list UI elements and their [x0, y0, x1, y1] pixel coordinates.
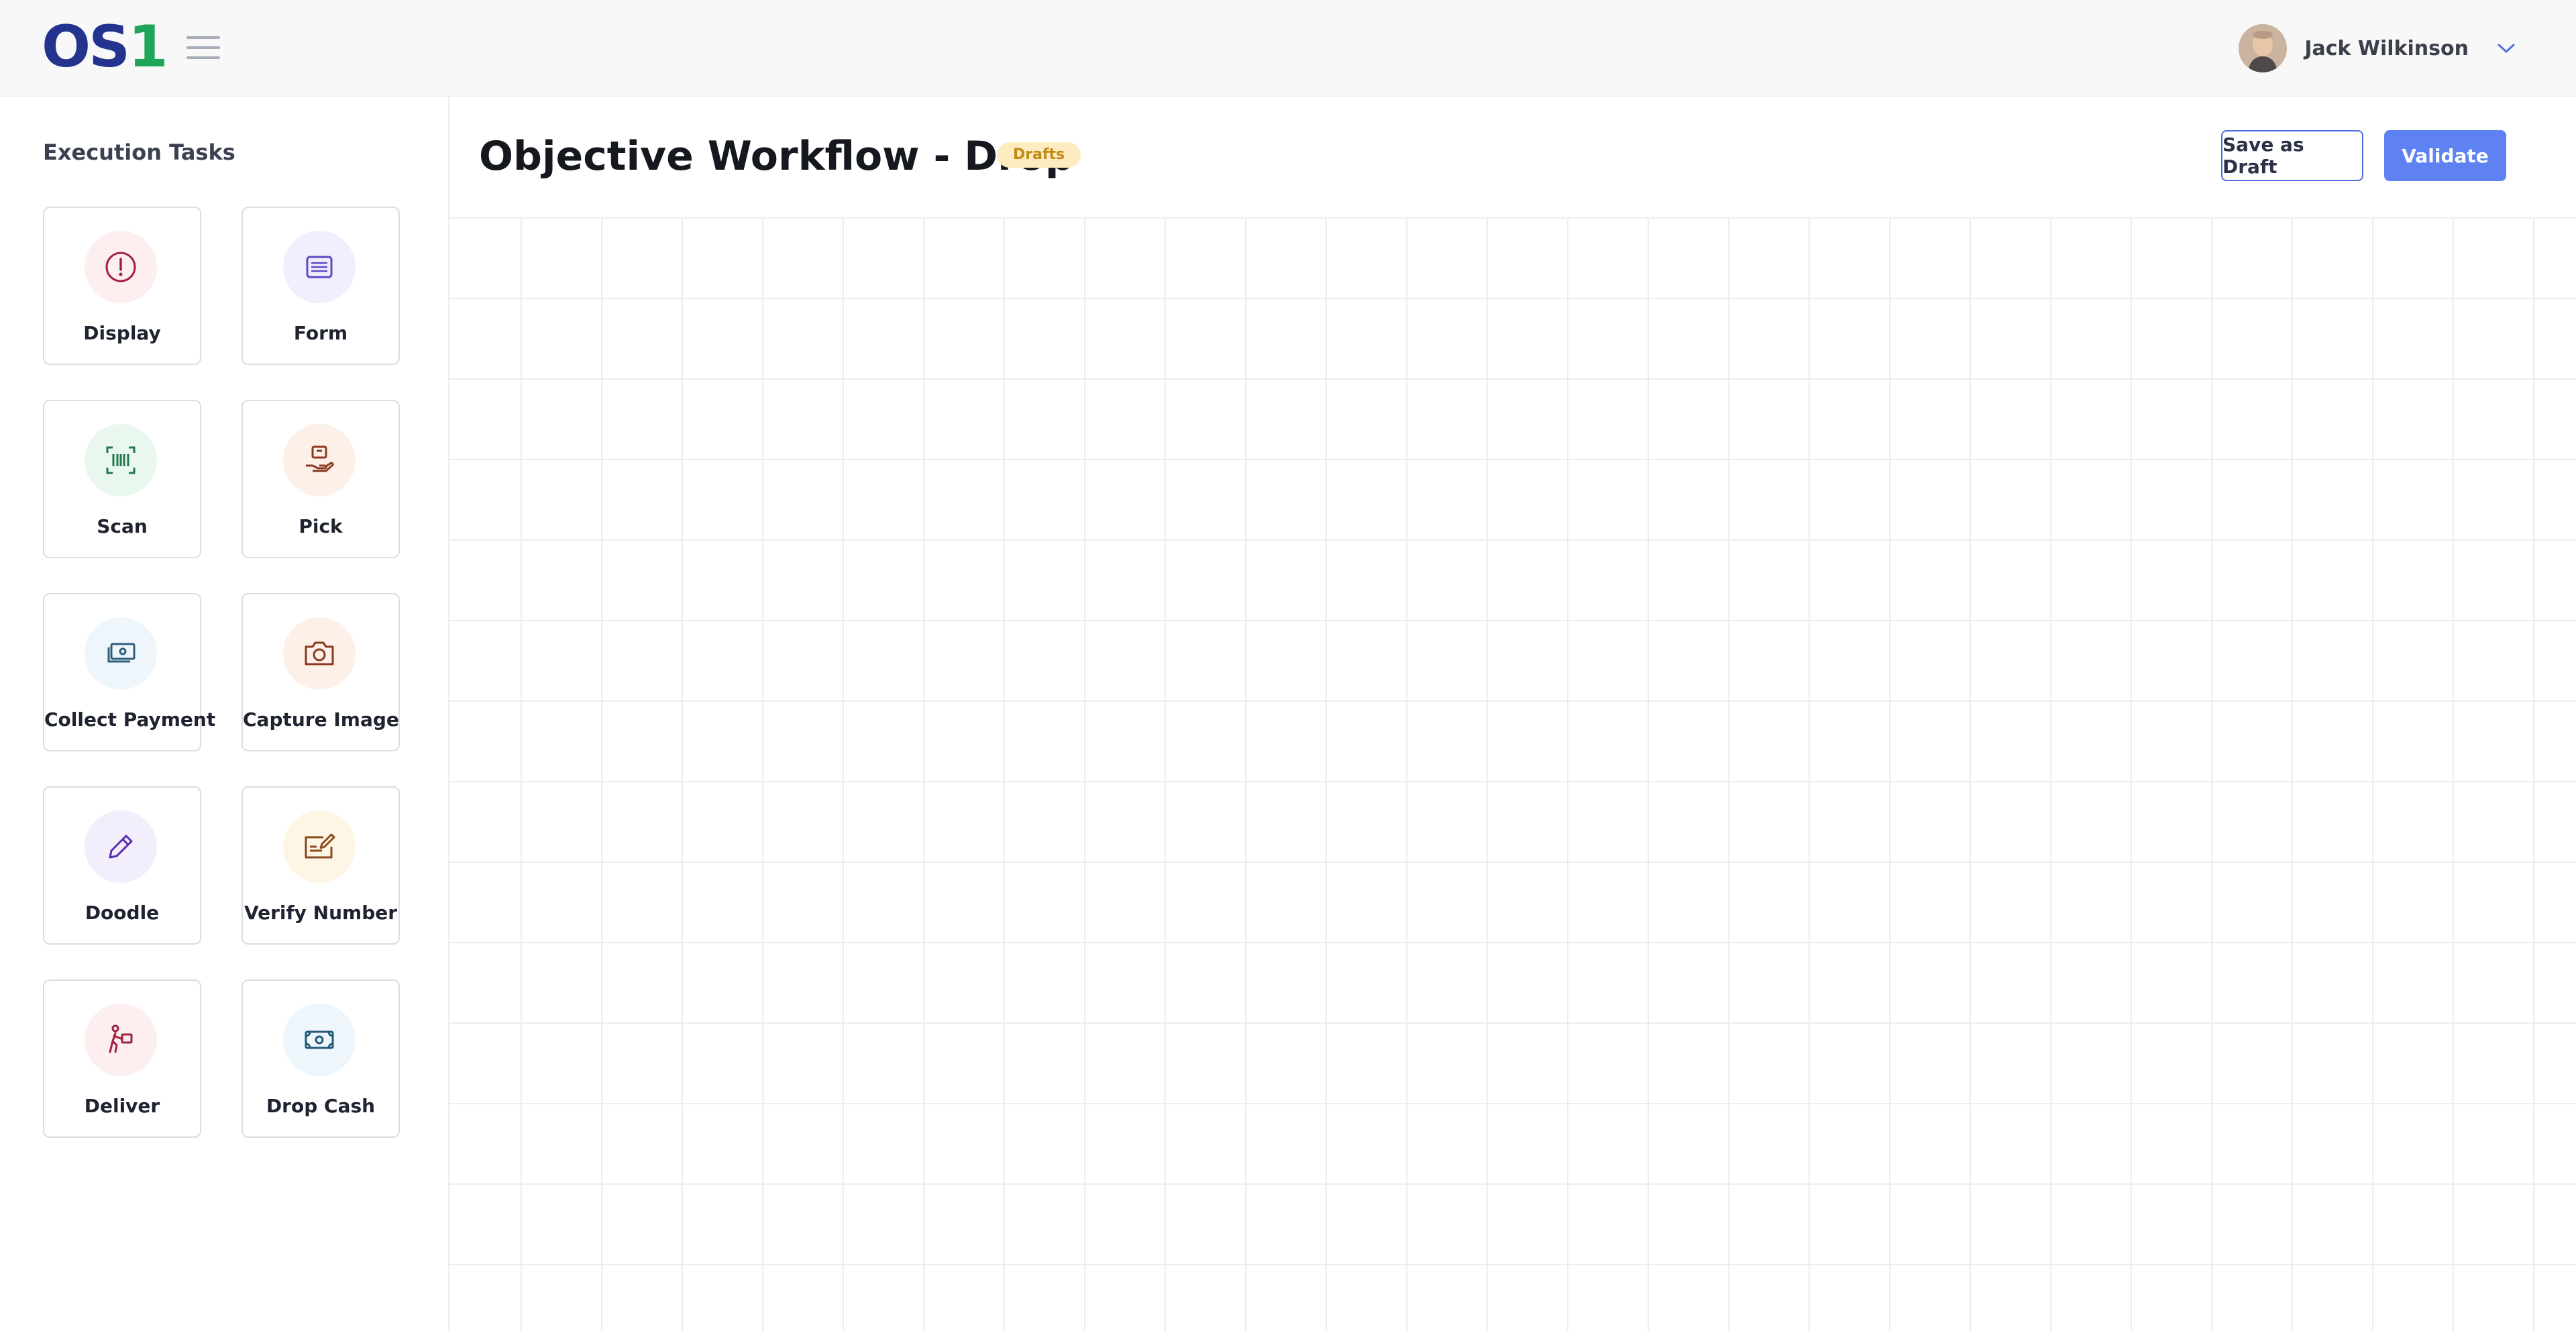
task-card-form[interactable]: Form: [241, 207, 400, 365]
status-badge: Drafts: [997, 142, 1081, 168]
camera-icon: [283, 617, 356, 690]
task-label: Deliver: [84, 1095, 160, 1117]
hamburger-icon[interactable]: [186, 34, 220, 62]
hand-package-icon: [283, 424, 356, 496]
task-label: Capture Image: [243, 708, 399, 731]
avatar[interactable]: [2239, 24, 2288, 72]
banknote-icon: [283, 1004, 356, 1076]
task-card-deliver[interactable]: Deliver: [43, 979, 201, 1138]
chevron-down-icon[interactable]: [2497, 42, 2516, 55]
page-title: Objective Workflow - Drop: [479, 133, 1074, 180]
task-card-pick[interactable]: Pick: [241, 400, 400, 558]
user-menu[interactable]: Jack Wilkinson: [2239, 23, 2516, 74]
signature-icon: [283, 810, 356, 883]
workflow-header: Objective Workflow - Drop Drafts Save as…: [449, 97, 2576, 219]
task-label: Drop Cash: [266, 1095, 376, 1117]
validate-button[interactable]: Validate: [2384, 130, 2506, 181]
alert-circle-icon: [85, 231, 157, 303]
save-as-draft-button[interactable]: Save as Draft: [2221, 130, 2363, 181]
top-bar: OS1 Jack Wilkinson: [0, 0, 2576, 97]
task-card-display[interactable]: Display: [43, 207, 201, 365]
task-card-doodle[interactable]: Doodle: [43, 786, 201, 945]
task-label: Verify Number: [244, 902, 398, 924]
execution-tasks-sidebar: Execution Tasks Display Form Scan Pick C…: [0, 97, 449, 1331]
task-label: Display: [83, 322, 161, 344]
logo-number: 1: [128, 13, 168, 81]
task-label: Scan: [97, 515, 148, 537]
sidebar-title: Execution Tasks: [43, 140, 235, 165]
workflow-canvas[interactable]: [449, 219, 2576, 1331]
task-card-scan[interactable]: Scan: [43, 400, 201, 558]
form-list-icon: [283, 231, 356, 303]
app-logo[interactable]: OS1: [42, 18, 168, 76]
task-label: Form: [293, 322, 348, 344]
pencil-icon: [85, 810, 157, 883]
person-delivery-icon: [85, 1004, 157, 1076]
task-card-verify-number[interactable]: Verify Number: [241, 786, 400, 945]
task-card-capture-image[interactable]: Capture Image: [241, 593, 400, 751]
task-label: Doodle: [85, 902, 160, 924]
task-label: Pick: [299, 515, 343, 537]
task-card-drop-cash[interactable]: Drop Cash: [241, 979, 400, 1138]
logo-text: OS: [42, 13, 130, 81]
task-card-collect-payment[interactable]: Collect Payment: [43, 593, 216, 751]
task-label: Collect Payment: [44, 708, 216, 731]
user-name: Jack Wilkinson: [2304, 36, 2469, 60]
barcode-scan-icon: [85, 424, 157, 496]
cash-stack-icon: [85, 617, 157, 690]
